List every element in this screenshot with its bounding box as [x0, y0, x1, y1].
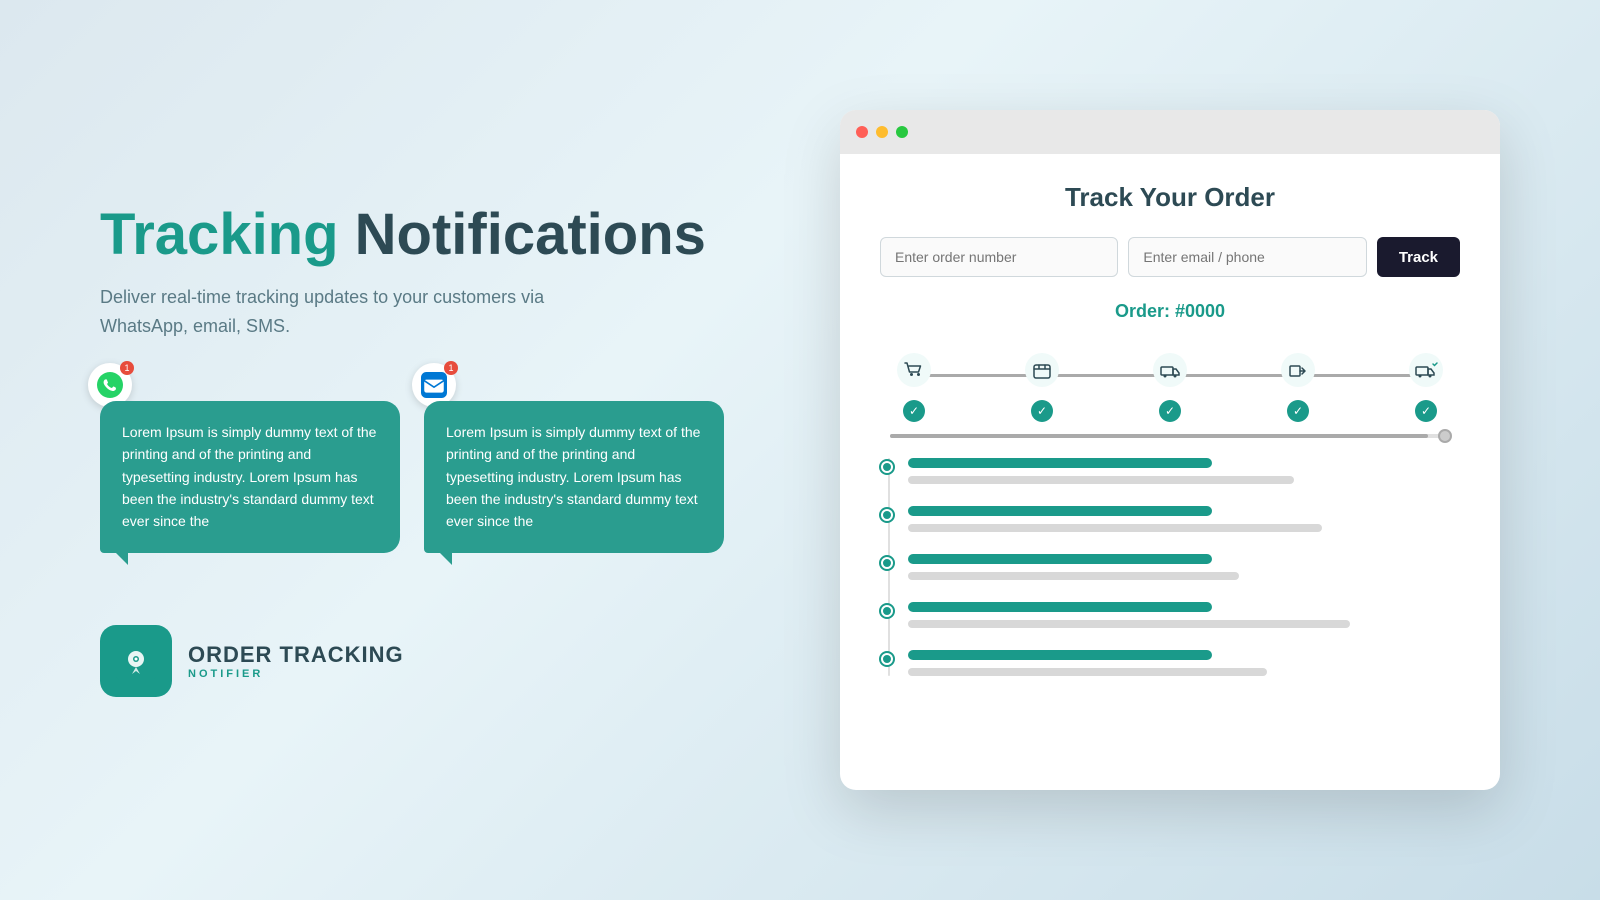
step-shipped-icon: [1146, 346, 1194, 394]
timeline-dot-2: [881, 509, 893, 521]
timeline-bar1-5: [908, 650, 1212, 660]
browser-bar: [840, 110, 1500, 154]
step-packed: ✓: [1018, 346, 1066, 422]
brand-name: ORDER TRACKING: [188, 642, 404, 668]
browser-dot-green[interactable]: [896, 126, 908, 138]
order-number-input[interactable]: [880, 237, 1118, 277]
hero-subtitle-line1: Deliver real-time tracking updates to yo…: [100, 287, 544, 307]
order-number: Order: #0000: [880, 301, 1460, 322]
email-bubble: Lorem Ipsum is simply dummy text of the …: [424, 401, 724, 553]
hero-title-rest: Notifications: [339, 202, 706, 267]
timeline-dot-1: [881, 461, 893, 473]
step-transit: ✓: [1274, 346, 1322, 422]
track-button[interactable]: Track: [1377, 237, 1460, 277]
brand-text: ORDER TRACKING NOTIFIER: [188, 642, 404, 680]
brand-sub: NOTIFIER: [188, 668, 404, 680]
hero-subtitle: Deliver real-time tracking updates to yo…: [100, 299, 780, 341]
timeline-items: [908, 458, 1460, 676]
brand-bar: ORDER TRACKING NOTIFIER: [100, 625, 780, 697]
main-container: Tracking Notifications Deliver real-time…: [40, 40, 1560, 860]
browser-content: Track Your Order Track Order: #0000: [840, 154, 1500, 790]
email-bubble-wrapper: 1 Lorem Ipsum is simply dummy text of th…: [424, 381, 724, 553]
brand-icon-box: [100, 625, 172, 697]
timeline-dot-5: [881, 653, 893, 665]
whatsapp-bubble-wrapper: 1 Lorem Ipsum is simply dummy text of th…: [100, 381, 400, 553]
hero-title-highlight: Tracking: [100, 202, 339, 267]
timeline-item-5: [908, 650, 1460, 676]
progress-bar-fill: [890, 434, 1428, 438]
timeline-dot-4: [881, 605, 893, 617]
step-delivered-check: ✓: [1415, 400, 1437, 422]
step-cart-icon: [890, 346, 938, 394]
progress-handle: [1438, 429, 1452, 443]
timeline-bar1-2: [908, 506, 1212, 516]
step-transit-icon: [1274, 346, 1322, 394]
left-panel: Tracking Notifications Deliver real-time…: [100, 203, 780, 696]
whatsapp-bubble: Lorem Ipsum is simply dummy text of the …: [100, 401, 400, 553]
timeline-bar2-1: [908, 476, 1294, 484]
email-bubble-text: Lorem Ipsum is simply dummy text of the …: [446, 421, 702, 533]
timeline-bar1-4: [908, 602, 1212, 612]
timeline-bar2-4: [908, 620, 1350, 628]
whatsapp-badge: 1: [120, 361, 134, 375]
step-cart: ✓: [890, 346, 938, 422]
step-packed-check: ✓: [1031, 400, 1053, 422]
step-shipped: ✓: [1146, 346, 1194, 422]
step-cart-check: ✓: [903, 400, 925, 422]
timeline-item-3: [908, 554, 1460, 580]
hero-title-block: Tracking Notifications: [100, 203, 780, 267]
timeline-bar1-3: [908, 554, 1212, 564]
step-shipped-check: ✓: [1159, 400, 1181, 422]
timeline-bar2-2: [908, 524, 1322, 532]
brand-icon-svg: [115, 640, 157, 682]
track-form: Track: [880, 237, 1460, 277]
whatsapp-bubble-text: Lorem Ipsum is simply dummy text of the …: [122, 421, 378, 533]
email-badge: 1: [444, 361, 458, 375]
timeline-bar1-1: [908, 458, 1212, 468]
chat-bubbles-container: 1 Lorem Ipsum is simply dummy text of th…: [100, 381, 780, 553]
timeline-container: [880, 458, 1460, 676]
timeline-dot-3: [881, 557, 893, 569]
track-title: Track Your Order: [880, 182, 1460, 213]
timeline-bar2-5: [908, 668, 1267, 676]
timeline-item-4: [908, 602, 1460, 628]
hero-subtitle-line2: WhatsApp, email, SMS.: [100, 316, 290, 336]
progress-bar-container: [890, 434, 1450, 438]
hero-title: Tracking Notifications: [100, 203, 780, 267]
step-delivered-icon: [1402, 346, 1450, 394]
timeline-item-2: [908, 506, 1460, 532]
browser-dot-red[interactable]: [856, 126, 868, 138]
step-transit-check: ✓: [1287, 400, 1309, 422]
timeline-bar2-3: [908, 572, 1239, 580]
browser-window: Track Your Order Track Order: #0000: [840, 110, 1500, 790]
browser-dot-yellow[interactable]: [876, 126, 888, 138]
step-delivered: ✓: [1402, 346, 1450, 422]
tracking-steps: ✓ ✓: [880, 346, 1460, 422]
step-packed-icon: [1018, 346, 1066, 394]
contact-input[interactable]: [1128, 237, 1366, 277]
timeline-item-1: [908, 458, 1460, 484]
